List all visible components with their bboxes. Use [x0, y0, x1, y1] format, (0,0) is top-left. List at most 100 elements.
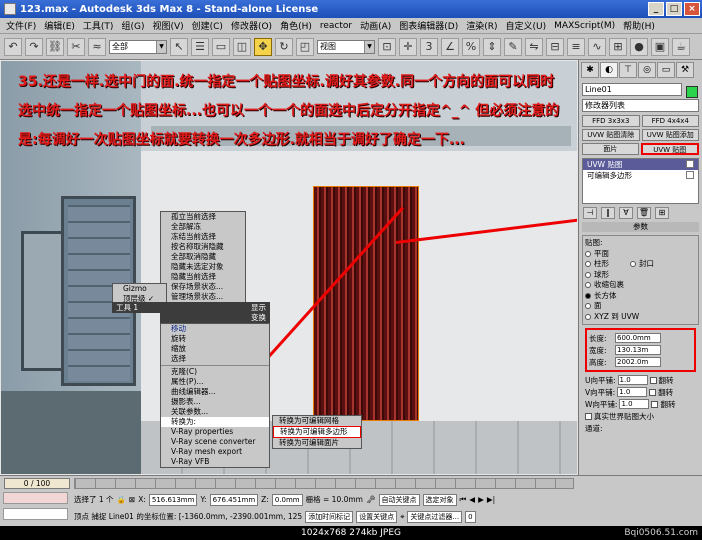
window-crossing-icon[interactable]: ◫ [233, 37, 251, 56]
select-move-icon[interactable]: ✥ [254, 37, 272, 56]
close-button[interactable]: × [684, 2, 700, 16]
menu-character[interactable]: 角色(H) [276, 19, 316, 32]
maximize-button[interactable]: □ [666, 2, 682, 16]
quad-item[interactable]: 全部解冻 [161, 222, 245, 232]
quick-render-icon[interactable]: ☕ [672, 37, 690, 56]
quad-item[interactable]: 冻结当前选择 [161, 232, 245, 242]
remove-modifier-icon[interactable]: 🗑 [637, 207, 651, 219]
manipulate-icon[interactable]: ✛ [399, 37, 417, 56]
make-unique-icon[interactable]: ∀ [619, 207, 633, 219]
quad-item-vray-mesh-export[interactable]: V-Ray mesh export [161, 447, 269, 457]
minimize-button[interactable]: _ [648, 2, 664, 16]
select-object-icon[interactable]: ↖ [170, 37, 188, 56]
maxscript-listener-mini[interactable] [3, 492, 68, 504]
quad-item-select[interactable]: 选择 [161, 354, 269, 364]
length-field[interactable]: 600.0mm [615, 333, 661, 343]
auto-key-button[interactable]: 自动关键点 [378, 493, 420, 506]
percent-snap-icon[interactable]: % [462, 37, 480, 56]
play-icon[interactable]: ▶ [478, 495, 484, 504]
menu-customize[interactable]: 自定义(U) [502, 19, 551, 32]
motion-tab-icon[interactable]: ◎ [638, 62, 656, 78]
v-tile-field[interactable]: 1.0 [617, 387, 648, 397]
menu-file[interactable]: 文件(F) [2, 19, 40, 32]
uvw-add-button[interactable]: UVW 贴图添加 [641, 129, 699, 141]
quad-item[interactable]: 隐藏未选定对象 [161, 262, 245, 272]
pivot-icon[interactable]: ⊡ [378, 37, 396, 56]
quad-item-vray-vfb[interactable]: V-Ray VFB [161, 457, 269, 467]
x-coord-field[interactable]: 516.613mm [148, 493, 198, 506]
menu-tools[interactable]: 工具(T) [79, 19, 118, 32]
menu-group[interactable]: 组(G) [117, 19, 148, 32]
render-scene-icon[interactable]: ▣ [651, 37, 669, 56]
stack-item-uvw-map[interactable]: UVW 贴图 [583, 159, 698, 170]
radio-xyz-uvw[interactable]: XYZ 到 UVW [585, 312, 696, 323]
mirror-icon[interactable]: ⇋ [525, 37, 543, 56]
cap-checkbox[interactable] [630, 261, 636, 268]
quad-item-rotate[interactable]: 旋转 [161, 334, 269, 344]
set-key-button[interactable]: 设置关键点 [356, 510, 398, 523]
quad-item-curve-editor[interactable]: 曲线编辑器... [161, 387, 269, 397]
display-tab-icon[interactable]: ▭ [657, 62, 675, 78]
layer-manager-icon[interactable]: ≡ [567, 37, 585, 56]
menu-create[interactable]: 创建(C) [188, 19, 227, 32]
menu-graph-editors[interactable]: 图表编辑器(D) [395, 19, 462, 32]
key-filter-icon[interactable]: ⌖ [400, 512, 404, 522]
link-icon[interactable]: ⛓ [46, 37, 64, 56]
radio-box[interactable]: 长方体 [585, 291, 696, 302]
quad-item-convert-to[interactable]: 转换为: [161, 417, 269, 427]
height-field[interactable]: 2002.0m [615, 357, 661, 367]
prev-frame-icon[interactable]: ◀ [469, 495, 475, 504]
selection-filter-dropdown[interactable]: 全部 ▼ [109, 39, 167, 54]
select-scale-icon[interactable]: ◰ [296, 37, 314, 56]
quad-item-vray-scene-converter[interactable]: V-Ray scene converter [161, 437, 269, 447]
select-by-name-icon[interactable]: ☰ [191, 37, 209, 56]
w-tile-field[interactable]: 1.0 [619, 399, 650, 409]
stack-item-editable-poly[interactable]: 可编辑多边形 [583, 170, 698, 181]
radio-spherical[interactable]: 球形 [585, 270, 696, 281]
uvw-map-button[interactable]: UVW 贴图 [640, 143, 699, 155]
radio-cylindrical[interactable]: 柱形 封口 [585, 259, 696, 270]
selected-set-dropdown[interactable]: 选定对象 [422, 493, 457, 506]
align-icon[interactable]: ⊟ [546, 37, 564, 56]
show-end-result-icon[interactable]: ‖ [601, 207, 615, 219]
redo-icon[interactable]: ↷ [25, 37, 43, 56]
quad-item-move[interactable]: 移动 [161, 324, 269, 334]
key-icon[interactable]: 🗝 [366, 495, 376, 504]
quad-item[interactable]: 按名称取消隐藏 [161, 242, 245, 252]
quad-item[interactable]: 全部取消隐藏 [161, 252, 245, 262]
pin-stack-icon[interactable]: ⊣ [583, 207, 597, 219]
undo-icon[interactable]: ↶ [4, 37, 22, 56]
quad-item[interactable]: 管理场景状态... [161, 292, 245, 302]
schematic-view-icon[interactable]: ⊞ [609, 37, 627, 56]
uvw-clear-button[interactable]: UVW 贴图清除 [582, 129, 640, 141]
patch-button[interactable]: 面片 [582, 143, 639, 155]
u-tile-field[interactable]: 1.0 [617, 375, 648, 385]
parameters-rollout-header[interactable]: 参数 [582, 222, 699, 232]
z-coord-field[interactable]: 0.0mm [271, 493, 303, 506]
lock-icon[interactable]: 🔒 [117, 495, 126, 504]
modifier-list-dropdown[interactable]: 修改器列表 [582, 99, 699, 112]
object-name-field[interactable]: Line01 [582, 83, 682, 96]
menu-edit[interactable]: 编辑(E) [40, 19, 79, 32]
time-track[interactable] [74, 478, 574, 489]
hierarchy-tab-icon[interactable]: ⊤ [619, 62, 637, 78]
v-flip-checkbox[interactable] [649, 388, 657, 396]
material-editor-icon[interactable]: ● [630, 37, 648, 56]
absolute-mode-icon[interactable]: ⊠ [129, 495, 135, 504]
time-slider[interactable]: 0 / 100 [4, 478, 70, 489]
quad-item[interactable]: Gizmo [113, 284, 166, 294]
select-rotate-icon[interactable]: ↻ [275, 37, 293, 56]
quad-item-scale[interactable]: 缩放 [161, 344, 269, 354]
width-field[interactable]: 130.13m [615, 345, 661, 355]
configure-sets-icon[interactable]: ⊞ [655, 207, 669, 219]
real-world-checkbox[interactable] [585, 412, 592, 420]
reference-coord-dropdown[interactable]: 视图 ▼ [317, 39, 375, 54]
menu-rendering[interactable]: 渲染(R) [462, 19, 501, 32]
ffd-333-button[interactable]: FFD 3x3x3 [582, 115, 640, 127]
create-tab-icon[interactable]: ✱ [581, 62, 599, 78]
angle-snap-icon[interactable]: ∠ [441, 37, 459, 56]
menu-views[interactable]: 视图(V) [148, 19, 187, 32]
quad-item[interactable]: 孤立当前选择 [161, 212, 245, 222]
menu-animation[interactable]: 动画(A) [356, 19, 395, 32]
quad-item[interactable]: 保存场景状态... [161, 282, 245, 292]
